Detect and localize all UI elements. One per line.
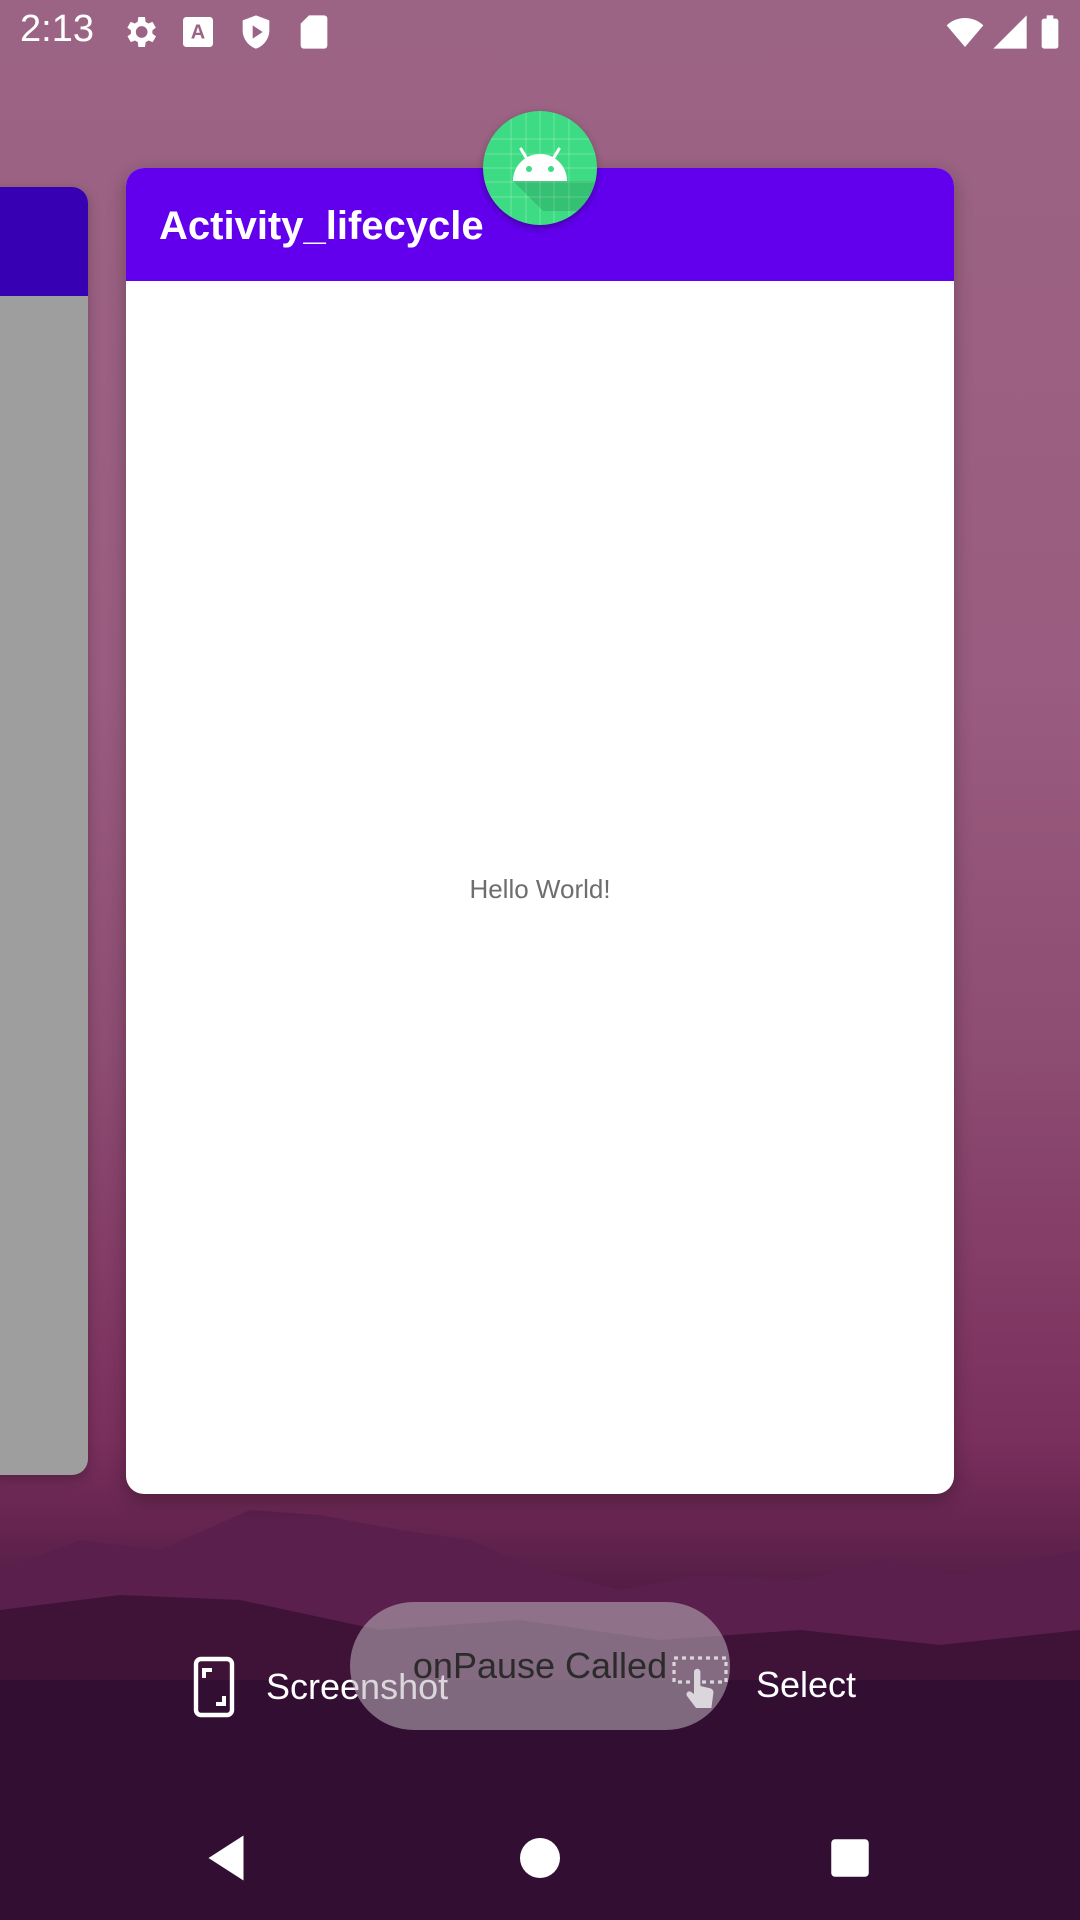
navigation-bar — [0, 1800, 1080, 1920]
android-icon[interactable] — [483, 111, 597, 225]
shield-play-icon — [242, 15, 270, 49]
recents-icon[interactable] — [820, 1828, 880, 1888]
back-icon[interactable] — [196, 1828, 256, 1888]
home-icon[interactable] — [510, 1828, 570, 1888]
toast-text: onPause Called — [412, 1645, 668, 1686]
font-a-icon: A — [183, 17, 213, 47]
status-bar: 2:13 A — [0, 0, 1080, 63]
screenshot-icon — [193, 1656, 235, 1718]
select-label: Select — [756, 1664, 857, 1705]
app-title: Activity_lifecycle — [159, 204, 484, 248]
wifi-icon — [946, 18, 984, 47]
cell-signal-icon — [993, 15, 1027, 49]
hello-text: Hello World! — [469, 874, 611, 904]
sd-card-icon — [300, 15, 328, 49]
gear-icon — [127, 17, 156, 47]
battery-icon — [1041, 15, 1059, 49]
toast: onPause Called — [350, 1602, 730, 1730]
previous-card-app-bar — [0, 187, 88, 296]
svg-text:A: A — [191, 22, 205, 44]
status-time: 2:13 — [20, 8, 94, 50]
recent-task-card-previous[interactable] — [0, 187, 88, 1475]
android-icon-graphic — [483, 111, 597, 225]
recent-task-card[interactable]: Activity_lifecycle Hello World! — [126, 168, 954, 1494]
